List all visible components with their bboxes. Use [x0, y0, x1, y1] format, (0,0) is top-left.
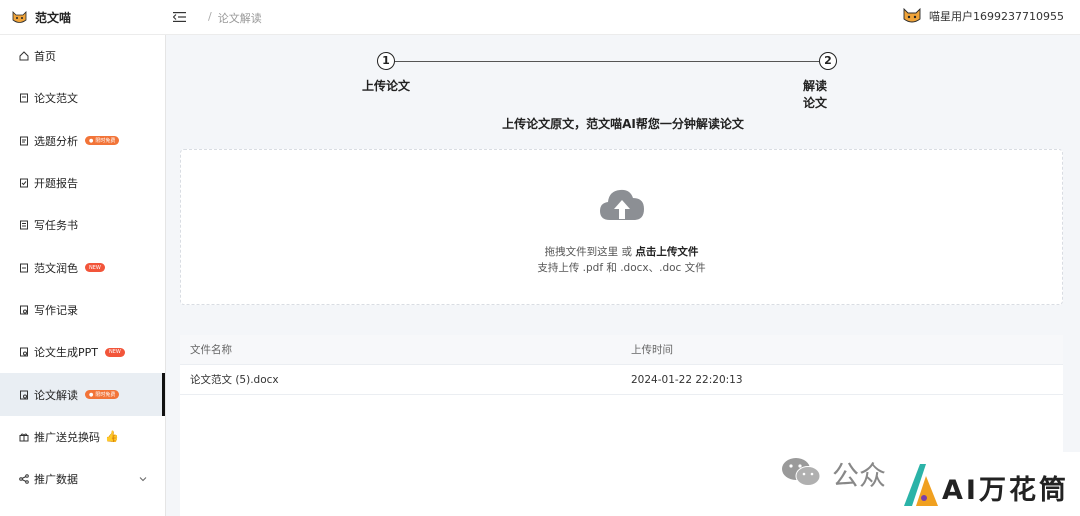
upload-hint: 支持上传 .pdf 和 .docx、.doc 文件 — [537, 262, 706, 274]
cat-logo-icon — [12, 11, 27, 24]
column-header-name: 文件名称 — [190, 344, 232, 356]
badge-dot-icon: ● — [89, 391, 94, 398]
breadcrumb-current: 论文解读 — [217, 12, 262, 25]
sidebar-item-topic[interactable]: 选题分析 ● 限时免费 — [0, 120, 165, 162]
breadcrumb-separator: / — [208, 10, 212, 23]
step-2-circle: 2 — [819, 52, 837, 70]
file-name-cell: 论文范文 (5).docx — [190, 374, 279, 386]
upload-link[interactable]: 点击上传文件 — [635, 246, 698, 258]
sidebar-item-label: 选题分析 — [34, 134, 78, 148]
sidebar-item-polish[interactable]: 范文润色 NEW — [0, 246, 165, 288]
main-content: 1 2 上传论文 解读论文 上传论文原文，范文喵AI帮您一分钟解读论文 拖拽文件… — [166, 35, 1080, 516]
step-progress: 1 2 上传论文 解读论文 — [362, 52, 837, 110]
sidebar-item-label: 推广数据 — [34, 473, 78, 487]
user-menu[interactable]: 喵星用户1699237710955 — [903, 7, 1064, 24]
sidebar-item-label: 论文生成PPT — [34, 346, 98, 360]
brand-text: AI万花筒 — [942, 475, 1069, 506]
sidebar-item-interpret[interactable]: 论文解读 ● 限时免费 — [0, 373, 165, 416]
thumbs-up-icon: 👍 — [105, 430, 119, 444]
document-icon — [19, 93, 29, 103]
new-badge: NEW — [105, 347, 125, 357]
sidebar-item-label: 首页 — [34, 50, 56, 64]
chevron-down-icon[interactable] — [139, 473, 147, 482]
menu-toggle-icon[interactable] — [172, 11, 187, 23]
step-2-label: 解读论文 — [803, 79, 828, 110]
polish-icon — [19, 263, 29, 273]
new-badge: NEW — [85, 263, 105, 273]
sidebar-item-promo-data[interactable]: 推广数据 — [0, 458, 165, 500]
watermark-prefix: 公众 — [832, 461, 886, 492]
interpret-icon — [19, 390, 29, 400]
sidebar-item-label: 论文范文 — [34, 92, 78, 106]
table-row[interactable]: 论文范文 (5).docx 2024-01-22 22:20:13 — [180, 365, 1063, 395]
sidebar-item-proposal[interactable]: 开题报告 — [0, 162, 165, 204]
sidebar-item-task[interactable]: 写任务书 — [0, 204, 165, 246]
watermark-brand: AI万花筒 — [898, 452, 1080, 516]
sidebar-item-papers[interactable]: 论文范文 — [0, 77, 165, 119]
sidebar-item-label: 开题报告 — [34, 177, 78, 191]
sidebar-item-label: 范文润色 — [34, 261, 78, 275]
page-subtitle: 上传论文原文，范文喵AI帮您一分钟解读论文 — [502, 117, 744, 131]
free-badge: ● 限时免费 — [85, 136, 120, 146]
app-logo[interactable]: 范文喵 — [12, 9, 71, 26]
sidebar-item-ppt[interactable]: 论文生成PPT NEW — [0, 331, 165, 373]
task-icon — [19, 220, 29, 230]
badge-dot-icon: ● — [89, 137, 94, 144]
breadcrumb: / 论文解读 — [208, 10, 262, 26]
step-connector — [395, 60, 819, 62]
step-1-label: 上传论文 — [362, 79, 411, 93]
watermark: 公众 AI万花筒 — [778, 452, 1080, 516]
sidebar-item-referral[interactable]: 推广送兑换码 👍 — [0, 416, 165, 458]
sidebar-item-label: 推广送兑换码 — [34, 430, 100, 444]
upload-dropzone[interactable]: 拖拽文件到这里 或 点击上传文件 支持上传 .pdf 和 .docx、.doc … — [180, 149, 1063, 305]
ppt-icon — [19, 347, 29, 357]
step-1-circle: 1 — [377, 52, 395, 70]
cloud-upload-icon — [599, 186, 645, 224]
upload-time-cell: 2024-01-22 22:20:13 — [631, 373, 743, 386]
sidebar-item-history[interactable]: 写作记录 — [0, 289, 165, 331]
sidebar: 首页 论文范文 选题分析 ● 限时免费 开题报告 写任务书 范文润色 NEW 写作… — [0, 35, 166, 516]
table-header: 文件名称 上传时间 — [180, 335, 1063, 365]
sidebar-item-label: 论文解读 — [34, 388, 78, 402]
top-bar: 范文喵 / 论文解读 喵星用户1699237710955 — [0, 0, 1080, 35]
app-name: 范文喵 — [35, 11, 72, 25]
user-name: 喵星用户1699237710955 — [929, 10, 1064, 23]
home-icon — [19, 51, 29, 61]
history-icon — [19, 305, 29, 315]
sidebar-item-label: 写作记录 — [34, 303, 78, 317]
sidebar-item-label: 写任务书 — [34, 219, 78, 233]
upload-instruction: 拖拽文件到这里 或 点击上传文件 — [544, 246, 699, 258]
share-icon — [19, 474, 29, 484]
topic-icon — [19, 136, 29, 146]
wechat-icon — [780, 456, 822, 488]
avatar[interactable] — [903, 7, 921, 24]
free-badge: ● 限时免费 — [85, 390, 120, 400]
column-header-time: 上传时间 — [631, 344, 673, 356]
sidebar-item-home[interactable]: 首页 — [0, 35, 165, 77]
gift-icon — [19, 432, 29, 442]
report-icon — [19, 178, 29, 188]
brand-logo-icon — [902, 462, 940, 508]
